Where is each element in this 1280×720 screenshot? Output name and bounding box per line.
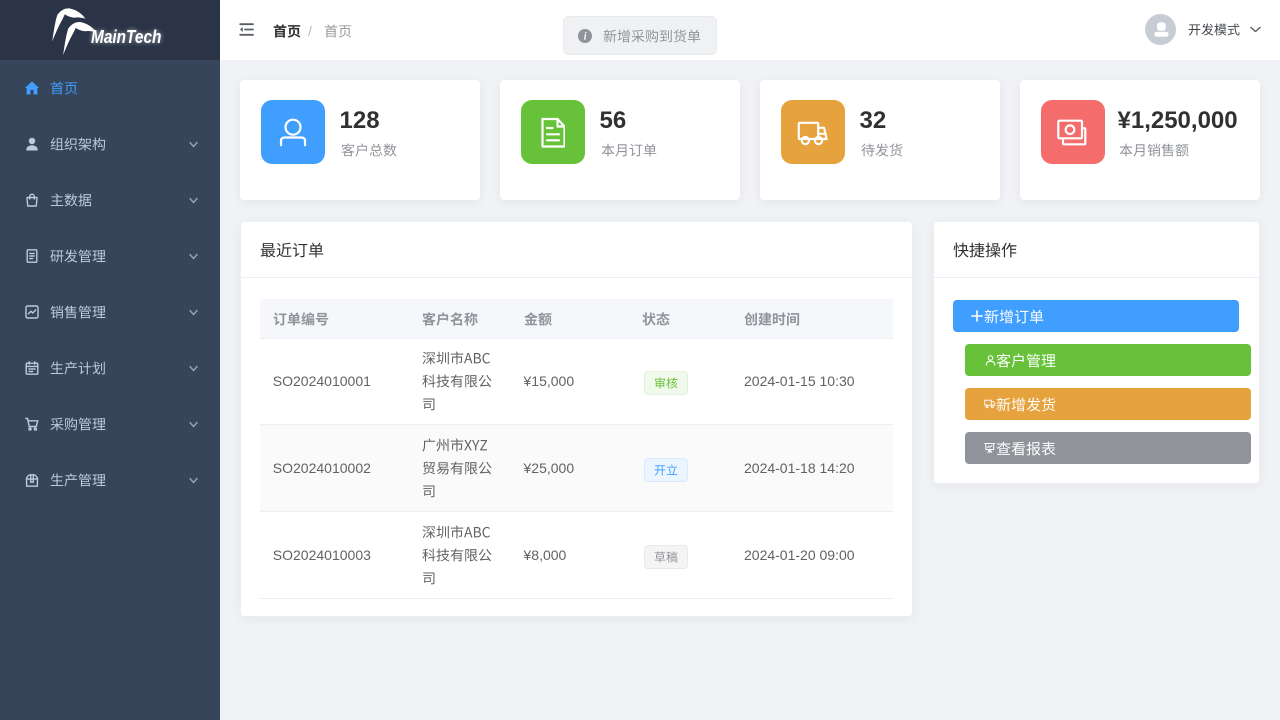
svg-text:i: i — [584, 31, 587, 42]
